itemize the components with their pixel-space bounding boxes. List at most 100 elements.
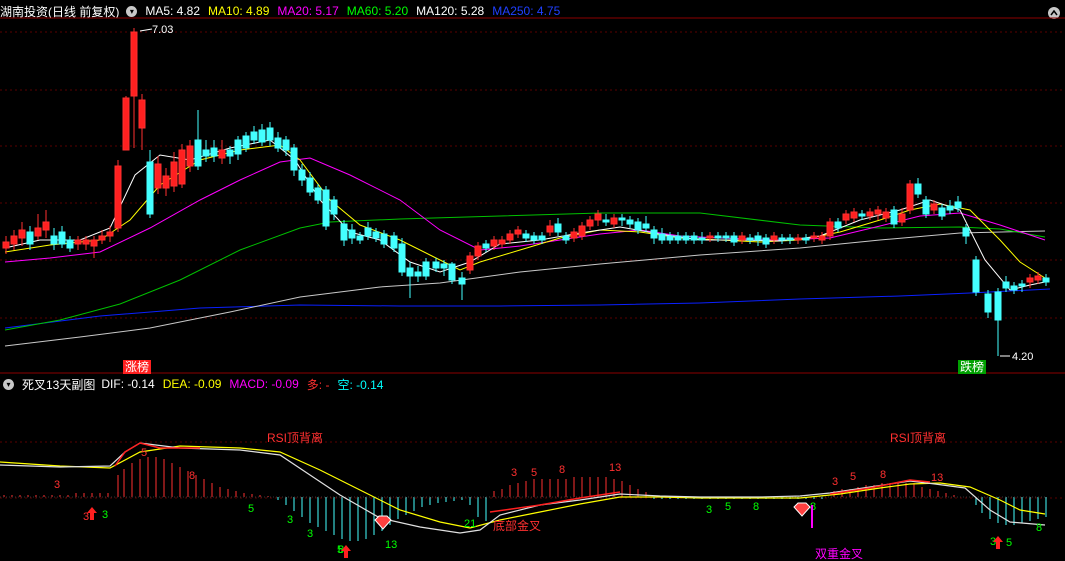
candle-body xyxy=(498,239,506,245)
candle-body xyxy=(414,271,422,277)
candle-body xyxy=(432,261,440,269)
candle-body xyxy=(106,231,114,237)
candle-body xyxy=(658,233,666,241)
candle-body xyxy=(786,237,794,241)
candle-body xyxy=(770,235,778,241)
candle-body xyxy=(826,221,834,237)
candle-body xyxy=(522,233,530,239)
candle-body xyxy=(842,213,850,221)
candle-body xyxy=(274,137,282,149)
candle-body xyxy=(930,203,938,211)
rsi-divergence-label-1: RSI顶背离 xyxy=(267,430,323,445)
candle-body xyxy=(954,201,962,209)
candle-body xyxy=(380,233,388,245)
candle-body xyxy=(162,175,170,189)
high-price-label: 7.03 xyxy=(152,24,173,36)
candle-body xyxy=(372,231,380,239)
candle-body xyxy=(778,237,786,241)
candle-body xyxy=(250,131,258,141)
candle-body xyxy=(972,259,980,293)
candle-body xyxy=(406,267,414,277)
count-label: 8 xyxy=(189,470,195,482)
candle-body xyxy=(810,235,818,239)
candle-body xyxy=(1042,277,1050,283)
candlesticks xyxy=(2,28,1050,356)
candle-body xyxy=(914,183,922,195)
candle-body xyxy=(898,213,906,223)
count-label: 13 xyxy=(931,472,943,484)
candle-body xyxy=(34,227,42,237)
candle-body xyxy=(258,129,266,143)
candle-body xyxy=(538,235,546,241)
rsi-divergence-label-2: RSI顶背离 xyxy=(890,430,946,445)
candle-body xyxy=(146,161,154,215)
candle-body xyxy=(74,239,82,245)
candle-body xyxy=(602,219,610,223)
count-label: 5 xyxy=(531,467,537,479)
candle-body xyxy=(578,225,586,237)
buy-arrow-icon xyxy=(87,507,1003,558)
double-gold-cross-label: 双重金叉 xyxy=(815,546,863,561)
candle-body xyxy=(642,223,650,229)
candle-body xyxy=(458,277,466,285)
candle-body xyxy=(922,199,930,215)
candle-body xyxy=(186,145,194,167)
count-label: 3 xyxy=(307,528,313,540)
count-label: 5 xyxy=(1006,537,1012,549)
candle-body xyxy=(440,263,448,269)
candle-body xyxy=(2,241,10,249)
candle-body xyxy=(290,147,298,171)
candle-body xyxy=(282,139,290,151)
chart-canvas[interactable]: 7.03 4.20 335835335813213581335883581335… xyxy=(0,0,1065,561)
candle-body xyxy=(794,237,802,241)
candle-body xyxy=(706,235,714,239)
candle-body xyxy=(858,213,866,217)
candle-body xyxy=(66,239,74,249)
candle-body xyxy=(626,219,634,225)
candle-body xyxy=(618,217,626,221)
candle-body xyxy=(314,187,322,201)
candle-body xyxy=(586,219,594,227)
candle-body xyxy=(634,221,642,231)
diamond-icon xyxy=(793,502,811,517)
candle-body xyxy=(482,243,490,249)
candle-body xyxy=(474,245,482,257)
candle-body xyxy=(506,233,514,241)
candle-body xyxy=(1018,283,1026,287)
candle-body xyxy=(890,209,898,225)
dea-line xyxy=(0,445,1046,529)
candle-body xyxy=(874,209,882,215)
candle-body xyxy=(882,211,890,219)
candle-body xyxy=(298,169,306,181)
count-label: 3 xyxy=(511,467,517,479)
candle-body xyxy=(714,235,722,239)
candle-body xyxy=(546,225,554,233)
count-label: 8 xyxy=(753,501,759,513)
candle-body xyxy=(834,221,842,229)
count-label: 8 xyxy=(880,469,886,481)
candle-body xyxy=(762,237,770,245)
candle-body xyxy=(10,235,18,245)
count-label: 3 xyxy=(706,504,712,516)
candle-body xyxy=(850,211,858,219)
candle-body xyxy=(348,229,356,239)
candle-body xyxy=(330,199,338,215)
candle-body xyxy=(154,163,162,189)
diamond-icon xyxy=(374,515,392,530)
candle-body xyxy=(266,127,274,141)
candle-body xyxy=(666,235,674,241)
low-price-label: 4.20 xyxy=(1012,351,1033,363)
candle-body xyxy=(946,205,954,211)
count-label: 8 xyxy=(810,501,816,513)
candle-body xyxy=(722,235,730,239)
candle-body xyxy=(530,235,538,241)
candle-body xyxy=(356,235,364,241)
count-label: 8 xyxy=(1036,522,1042,534)
count-label: 8 xyxy=(559,464,565,476)
candle-body xyxy=(746,237,754,241)
candle-body xyxy=(58,231,66,245)
candle-body xyxy=(82,239,90,245)
candle-body xyxy=(562,235,570,241)
candle-body xyxy=(674,235,682,241)
candle-body xyxy=(234,139,242,155)
